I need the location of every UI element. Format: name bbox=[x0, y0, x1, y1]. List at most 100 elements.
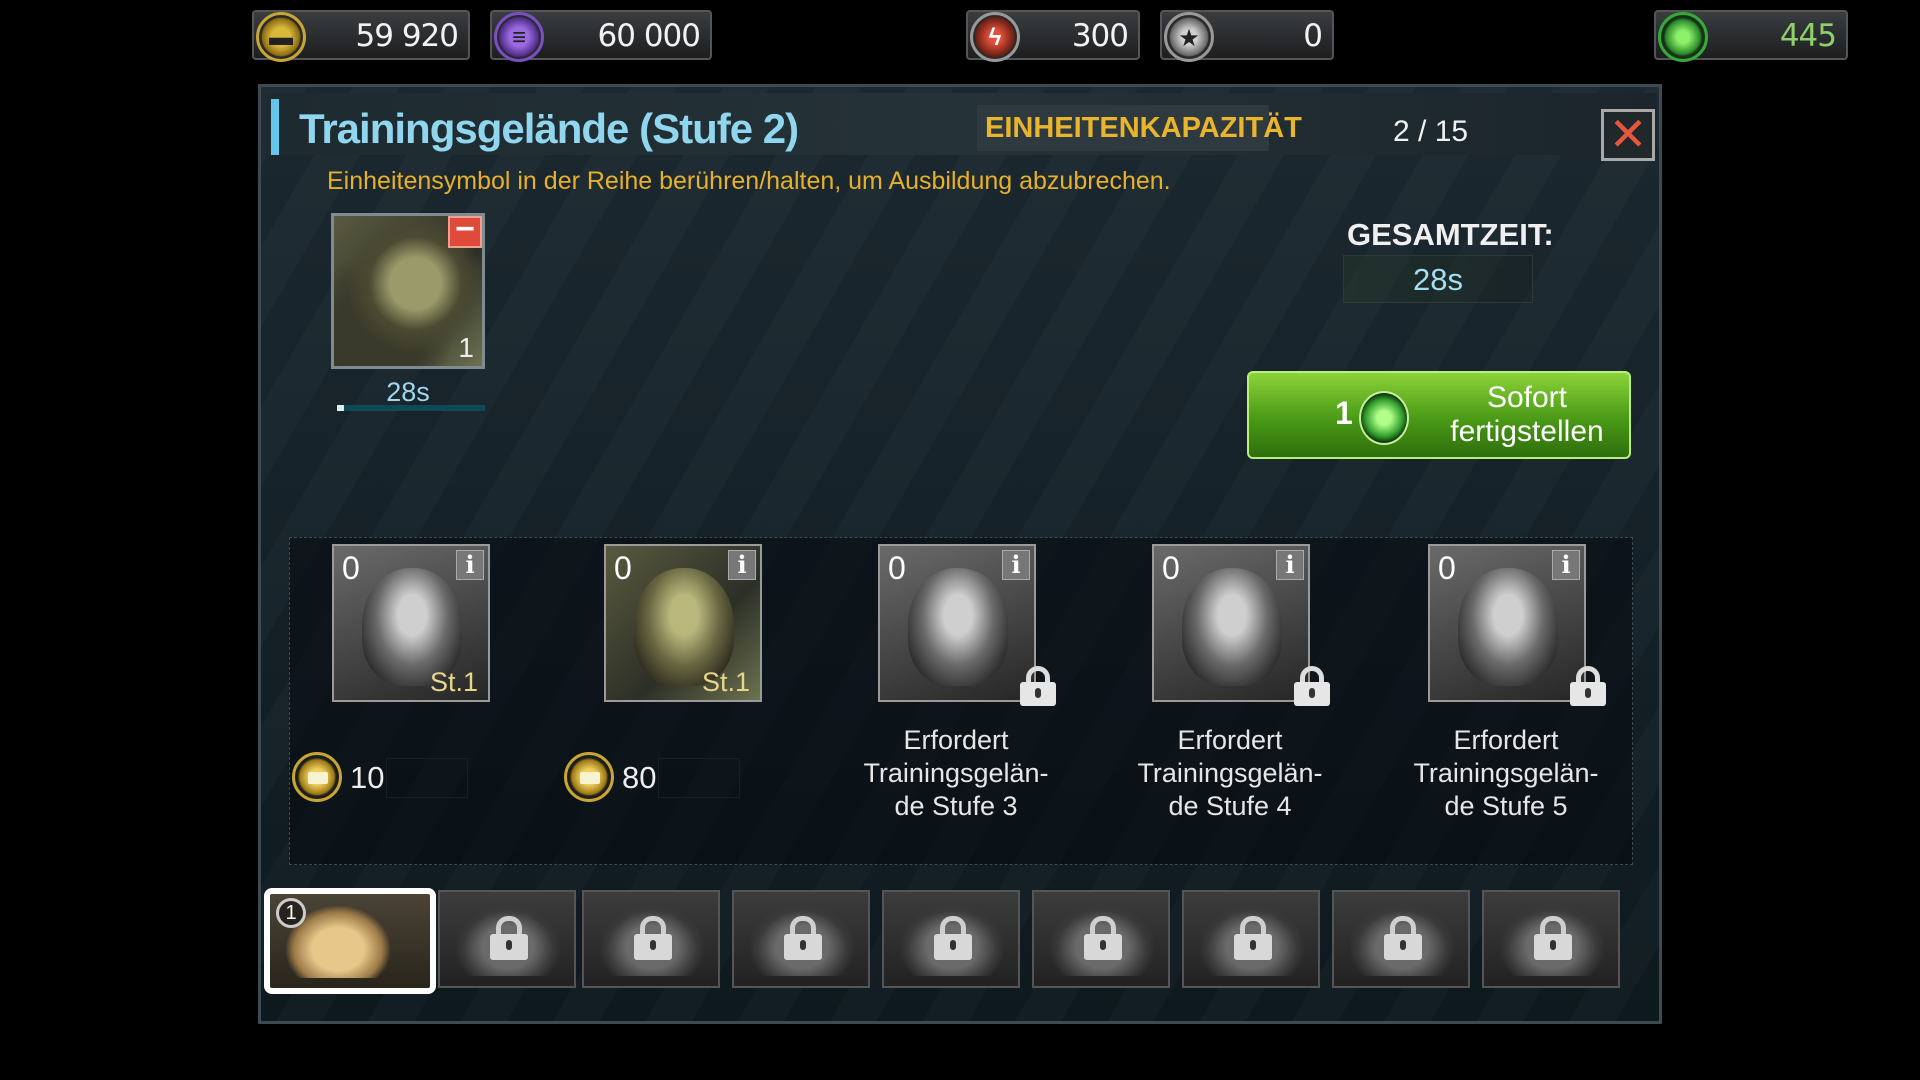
finish-label-line1: Sofort bbox=[1486, 381, 1568, 414]
lock-icon bbox=[632, 916, 674, 960]
requirement-line1: Erfordert bbox=[903, 725, 1009, 755]
unit-portrait-armored[interactable]: 0 i St.1 bbox=[604, 544, 762, 702]
gas-mask-head-icon bbox=[1182, 568, 1282, 686]
unit-count: 0 bbox=[342, 550, 360, 586]
medal-counter[interactable]: ★ 0 bbox=[1160, 10, 1334, 62]
finish-cost: 1 bbox=[1335, 395, 1353, 431]
soldier-head-icon bbox=[908, 568, 1008, 686]
gold-value: 59 920 bbox=[355, 18, 459, 54]
building-slot-locked[interactable] bbox=[1182, 890, 1320, 988]
unit-card: 0 i St.1 80 bbox=[562, 544, 762, 844]
lightning-icon: ϟ bbox=[970, 12, 1020, 62]
unit-count: 0 bbox=[1162, 550, 1180, 586]
building-slot-locked[interactable] bbox=[882, 890, 1020, 988]
close-button[interactable]: ✕ bbox=[1601, 109, 1655, 161]
lock-icon bbox=[1018, 666, 1058, 706]
gold-icon: ▬ bbox=[256, 12, 306, 62]
training-dialog: Trainingsgelände (Stufe 2) EINHEITENKAPA… bbox=[258, 84, 1662, 1024]
building-slot-locked[interactable] bbox=[1032, 890, 1170, 988]
finish-label: Sofort fertigstellen bbox=[1429, 381, 1625, 449]
gem-counter[interactable]: 445 bbox=[1654, 10, 1848, 62]
lock-icon bbox=[488, 916, 530, 960]
requirement-line2: Trainingsgelän- bbox=[863, 758, 1049, 788]
lock-icon bbox=[782, 916, 824, 960]
total-time-box: 28s bbox=[1343, 255, 1533, 303]
queue-progress-bar bbox=[337, 405, 485, 411]
requirement-line1: Erfordert bbox=[1177, 725, 1283, 755]
requirement-line2: Trainingsgelän- bbox=[1413, 758, 1599, 788]
remove-unit-icon[interactable]: − bbox=[448, 212, 482, 248]
title-accent bbox=[271, 99, 279, 155]
queue-progress-fill bbox=[337, 405, 345, 411]
cost-value: 80 bbox=[622, 760, 657, 795]
building-slot-locked[interactable] bbox=[438, 890, 576, 988]
unit-requirement: Erfordert Trainingsgelän- de Stufe 3 bbox=[838, 724, 1074, 823]
cancel-hint: Einheitensymbol in der Reihe berühren/ha… bbox=[327, 167, 1171, 195]
info-icon[interactable]: i bbox=[728, 550, 756, 580]
requirement-line3: de Stufe 5 bbox=[1444, 791, 1568, 821]
info-icon[interactable]: i bbox=[1002, 550, 1030, 580]
lock-icon bbox=[1568, 666, 1608, 706]
building-slot-locked[interactable] bbox=[732, 890, 870, 988]
requirement-line3: de Stufe 4 bbox=[1168, 791, 1292, 821]
medal-value: 0 bbox=[1303, 18, 1323, 54]
energy-value: 300 bbox=[1071, 18, 1129, 54]
lock-icon bbox=[1532, 916, 1574, 960]
queued-count: 1 bbox=[458, 332, 474, 363]
unit-count: 0 bbox=[1438, 550, 1456, 586]
unit-portrait-rifleman[interactable]: 0 i St.1 bbox=[332, 544, 490, 702]
unit-card-locked: 0 i Erfordert Trainingsgelän- de Stufe 3 bbox=[836, 544, 1056, 844]
building-slot-locked[interactable] bbox=[582, 890, 720, 988]
dialog-title: Trainingsgelände (Stufe 2) bbox=[299, 105, 799, 152]
unit-requirement: Erfordert Trainingsgelän- de Stufe 5 bbox=[1388, 724, 1624, 823]
oil-value: 60 000 bbox=[597, 18, 701, 54]
lock-icon bbox=[1382, 916, 1424, 960]
capacity-label: EINHEITENKAPAZITÄT bbox=[977, 105, 1302, 151]
capacity-value: 2 / 15 bbox=[1393, 115, 1469, 148]
units-panel: 0 i St.1 10 0 i St.1 80 0 i Erfordert Tr… bbox=[289, 537, 1633, 865]
unit-portrait-gasmask[interactable]: 0 i bbox=[1152, 544, 1310, 702]
queued-unit-slot[interactable]: − 1 bbox=[331, 212, 485, 369]
requirement-line2: Trainingsgelän- bbox=[1137, 758, 1323, 788]
info-icon[interactable]: i bbox=[1552, 550, 1580, 580]
gold-counter[interactable]: ▬ 59 920 bbox=[252, 10, 470, 62]
green-gem-icon bbox=[1359, 391, 1409, 445]
finish-label-line2: fertigstellen bbox=[1450, 415, 1604, 448]
total-time-label: GESAMTZEIT: bbox=[1347, 217, 1554, 252]
star-medal-icon: ★ bbox=[1164, 12, 1214, 62]
unit-card-locked: 0 i Erfordert Trainingsgelän- de Stufe 4 bbox=[1110, 544, 1330, 844]
building-slot-training-ground[interactable]: 1 bbox=[264, 888, 436, 994]
cost-decoration bbox=[658, 758, 740, 798]
unit-portrait-masked[interactable]: 0 i bbox=[1428, 544, 1586, 702]
unit-cost: 10 bbox=[290, 752, 490, 802]
unit-count: 0 bbox=[614, 550, 632, 586]
gold-icon bbox=[564, 752, 614, 802]
gold-icon bbox=[292, 752, 342, 802]
unit-card-locked: 0 i Erfordert Trainingsgelän- de Stufe 5 bbox=[1386, 544, 1606, 844]
info-icon[interactable]: i bbox=[456, 550, 484, 580]
lock-icon bbox=[1292, 666, 1332, 706]
unit-portrait-sniper[interactable]: 0 i bbox=[878, 544, 1036, 702]
building-slot-locked[interactable] bbox=[1482, 890, 1620, 988]
oil-counter[interactable]: ≡ 60 000 bbox=[490, 10, 712, 62]
finish-now-button[interactable]: 1 Sofort fertigstellen bbox=[1247, 371, 1631, 459]
lock-icon bbox=[1082, 916, 1124, 960]
info-icon[interactable]: i bbox=[1276, 550, 1304, 580]
requirement-line1: Erfordert bbox=[1453, 725, 1559, 755]
requirement-line3: de Stufe 3 bbox=[894, 791, 1018, 821]
title-bar: Trainingsgelände (Stufe 2) EINHEITENKAPA… bbox=[265, 93, 1657, 161]
cost-value: 10 bbox=[350, 760, 385, 795]
total-time-value: 28s bbox=[1413, 262, 1463, 297]
unit-level: St.1 bbox=[701, 667, 750, 697]
unit-requirement: Erfordert Trainingsgelän- de Stufe 4 bbox=[1112, 724, 1348, 823]
lock-icon bbox=[932, 916, 974, 960]
building-slot-locked[interactable] bbox=[1332, 890, 1470, 988]
green-gem-icon bbox=[1658, 12, 1708, 62]
unit-card: 0 i St.1 10 bbox=[290, 544, 490, 844]
unit-level: St.1 bbox=[429, 667, 478, 697]
queued-time: 28s bbox=[386, 377, 430, 407]
energy-counter[interactable]: ϟ 300 bbox=[966, 10, 1140, 62]
unit-count: 0 bbox=[888, 550, 906, 586]
lock-icon bbox=[1232, 916, 1274, 960]
balaclava-head-icon bbox=[1458, 568, 1558, 686]
